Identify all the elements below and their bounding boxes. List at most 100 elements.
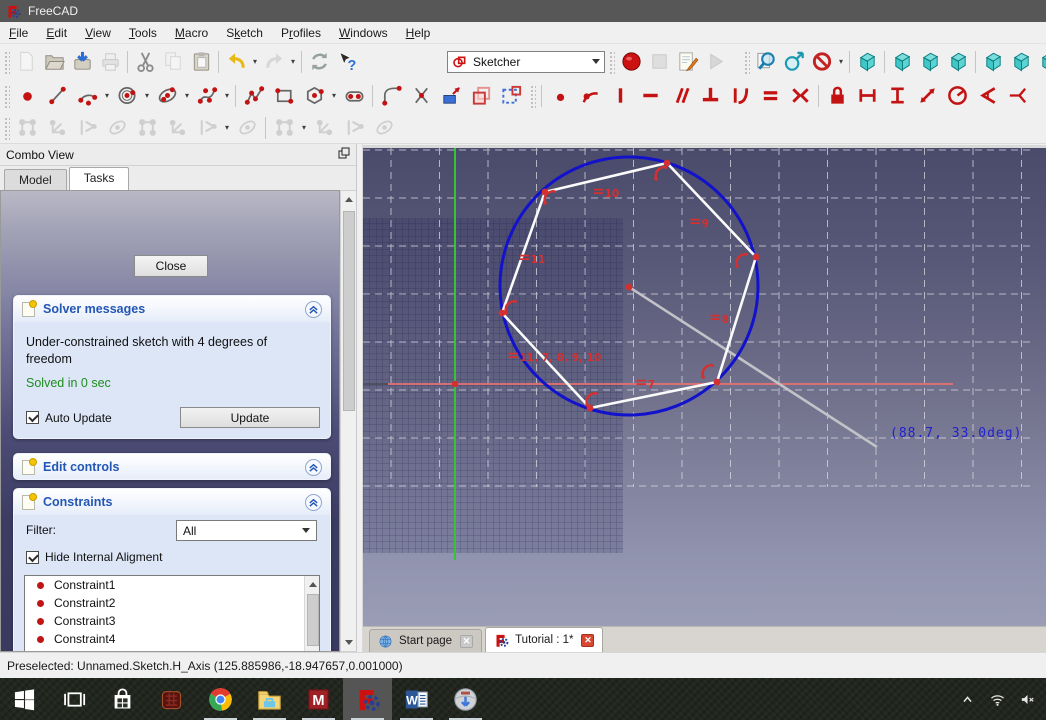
scroll-down-icon[interactable] [342,635,355,650]
bspline-knots-icon[interactable] [369,114,399,141]
tangent-constraint-mark[interactable] [656,167,667,179]
create-bspline-icon[interactable] [192,82,222,109]
menu-item-windows[interactable]: Windows [330,23,397,43]
collapse-icon[interactable] [305,301,322,318]
toolbar-grip[interactable] [3,50,10,74]
vertex-point[interactable] [753,254,760,261]
undo-dropdown-icon[interactable]: ▾ [250,57,260,66]
scrollbar-thumb[interactable] [343,211,355,411]
create-arc-dropdown-icon[interactable]: ▾ [102,91,112,100]
construction-line[interactable] [629,287,877,447]
select-redundant-icon[interactable] [132,114,162,141]
tab-tasks[interactable]: Tasks [69,167,130,190]
vertex-point[interactable] [664,160,671,167]
constraint-label[interactable]: =8 [709,308,729,326]
taskbar-start-button[interactable] [0,678,49,720]
close-tab-icon[interactable]: ✕ [460,635,473,648]
redo-icon[interactable] [260,48,288,75]
constrain-perpendicular-icon[interactable] [695,82,725,109]
copy-icon[interactable] [159,48,187,75]
fit-selection-icon[interactable] [780,48,808,75]
scroll-up-icon[interactable] [306,577,319,592]
constraint-list-item[interactable]: Constraint1 [25,576,319,594]
vertex-point[interactable] [587,405,594,412]
taskbar-m-app-button[interactable]: M [294,678,343,720]
constraint-list-scrollbar[interactable] [304,576,319,652]
constrain-coincident-icon[interactable] [545,82,575,109]
select-constraints-icon[interactable] [72,114,102,141]
select-conflicting-icon[interactable] [162,114,192,141]
menu-item-help[interactable]: Help [397,23,440,43]
create-circle-dropdown-icon[interactable]: ▾ [142,91,152,100]
fillet-icon[interactable] [376,82,406,109]
connect-edges-icon[interactable] [42,114,72,141]
constrain-symmetric-icon[interactable] [785,82,815,109]
constrain-horizontal-distance-icon[interactable] [852,82,882,109]
workbench-selector[interactable]: Sketcher [447,51,605,73]
bspline-degree-dropdown-icon[interactable]: ▾ [299,123,309,132]
refresh-icon[interactable] [305,48,333,75]
toolbar-grip[interactable] [3,116,10,140]
view-cube-top-icon[interactable] [916,48,944,75]
create-conic-dropdown-icon[interactable]: ▾ [182,91,192,100]
circle-center-point[interactable] [626,284,633,291]
draw-style-dropdown-icon[interactable]: ▾ [836,57,846,66]
create-polyline-icon[interactable] [239,82,269,109]
print-icon[interactable] [96,48,124,75]
constraint-list-item[interactable]: Constraint4 [25,630,319,648]
bspline-degree-icon[interactable] [269,114,299,141]
taskbar-chrome-button[interactable] [196,678,245,720]
edit-controls-header[interactable]: Edit controls [14,454,330,480]
tab-model[interactable]: Model [4,169,67,190]
copy-array-icon[interactable] [232,114,262,141]
play-macro-icon[interactable] [701,48,729,75]
create-line-icon[interactable] [42,82,72,109]
create-circle-icon[interactable] [112,82,142,109]
constrain-radius-icon[interactable] [942,82,972,109]
float-panel-icon[interactable] [338,146,350,164]
taskbar-file-explorer-button[interactable] [245,678,294,720]
constrain-parallel-icon[interactable] [665,82,695,109]
scroll-up-icon[interactable] [342,192,355,207]
create-polygon-dropdown-icon[interactable]: ▾ [329,91,339,100]
clone-tool-dropdown-icon[interactable]: ▾ [222,123,232,132]
constrain-angle-icon[interactable] [972,82,1002,109]
close-shape-icon[interactable] [12,114,42,141]
draw-style-icon[interactable] [808,48,836,75]
toolbar-grip[interactable] [743,50,750,74]
taskbar-freecad-button[interactable] [343,678,392,720]
view-cube-left-icon[interactable] [1035,48,1046,75]
constrain-snell-icon[interactable] [1002,82,1032,109]
paste-icon[interactable] [187,48,215,75]
constraints-header[interactable]: Constraints [14,489,330,515]
create-conic-icon[interactable] [152,82,182,109]
taskbar-task-view-button[interactable] [49,678,98,720]
create-point-icon[interactable] [12,82,42,109]
menu-item-macro[interactable]: Macro [166,23,217,43]
menu-item-file[interactable]: File [0,23,37,43]
tangent-constraint-mark[interactable] [737,254,748,266]
sketch-canvas[interactable]: =10=9=11=8=11, 7, 8, 9, 10=7 [363,145,1046,626]
tab-tutorial-document[interactable]: Tutorial : 1* ✕ [485,627,603,652]
record-macro-icon[interactable] [617,48,645,75]
constrain-vertical-distance-icon[interactable] [882,82,912,109]
constrain-distance-icon[interactable] [912,82,942,109]
tray-chevron-up-icon[interactable] [952,678,982,720]
toolbar-grip[interactable] [608,50,615,74]
whats-this-icon[interactable]: ? [333,48,361,75]
vertex-point[interactable] [714,379,721,386]
taskbar-store-button[interactable] [98,678,147,720]
toolbar-grip[interactable] [529,84,536,108]
carbon-copy-icon[interactable] [466,82,496,109]
view-cube-axonometric-icon[interactable] [853,48,881,75]
constraint-list-item[interactable]: Constraint2 [25,594,319,612]
create-rectangle-icon[interactable] [269,82,299,109]
create-slot-icon[interactable] [339,82,369,109]
view-cube-right-icon[interactable] [944,48,972,75]
checkbox-checked-icon[interactable] [26,551,39,564]
volume-muted-icon[interactable] [1012,678,1042,720]
auto-update-checkbox[interactable]: Auto Update [26,411,112,425]
open-folder-icon[interactable] [40,48,68,75]
trim-edge-icon[interactable] [406,82,436,109]
close-task-button[interactable]: Close [134,255,208,277]
